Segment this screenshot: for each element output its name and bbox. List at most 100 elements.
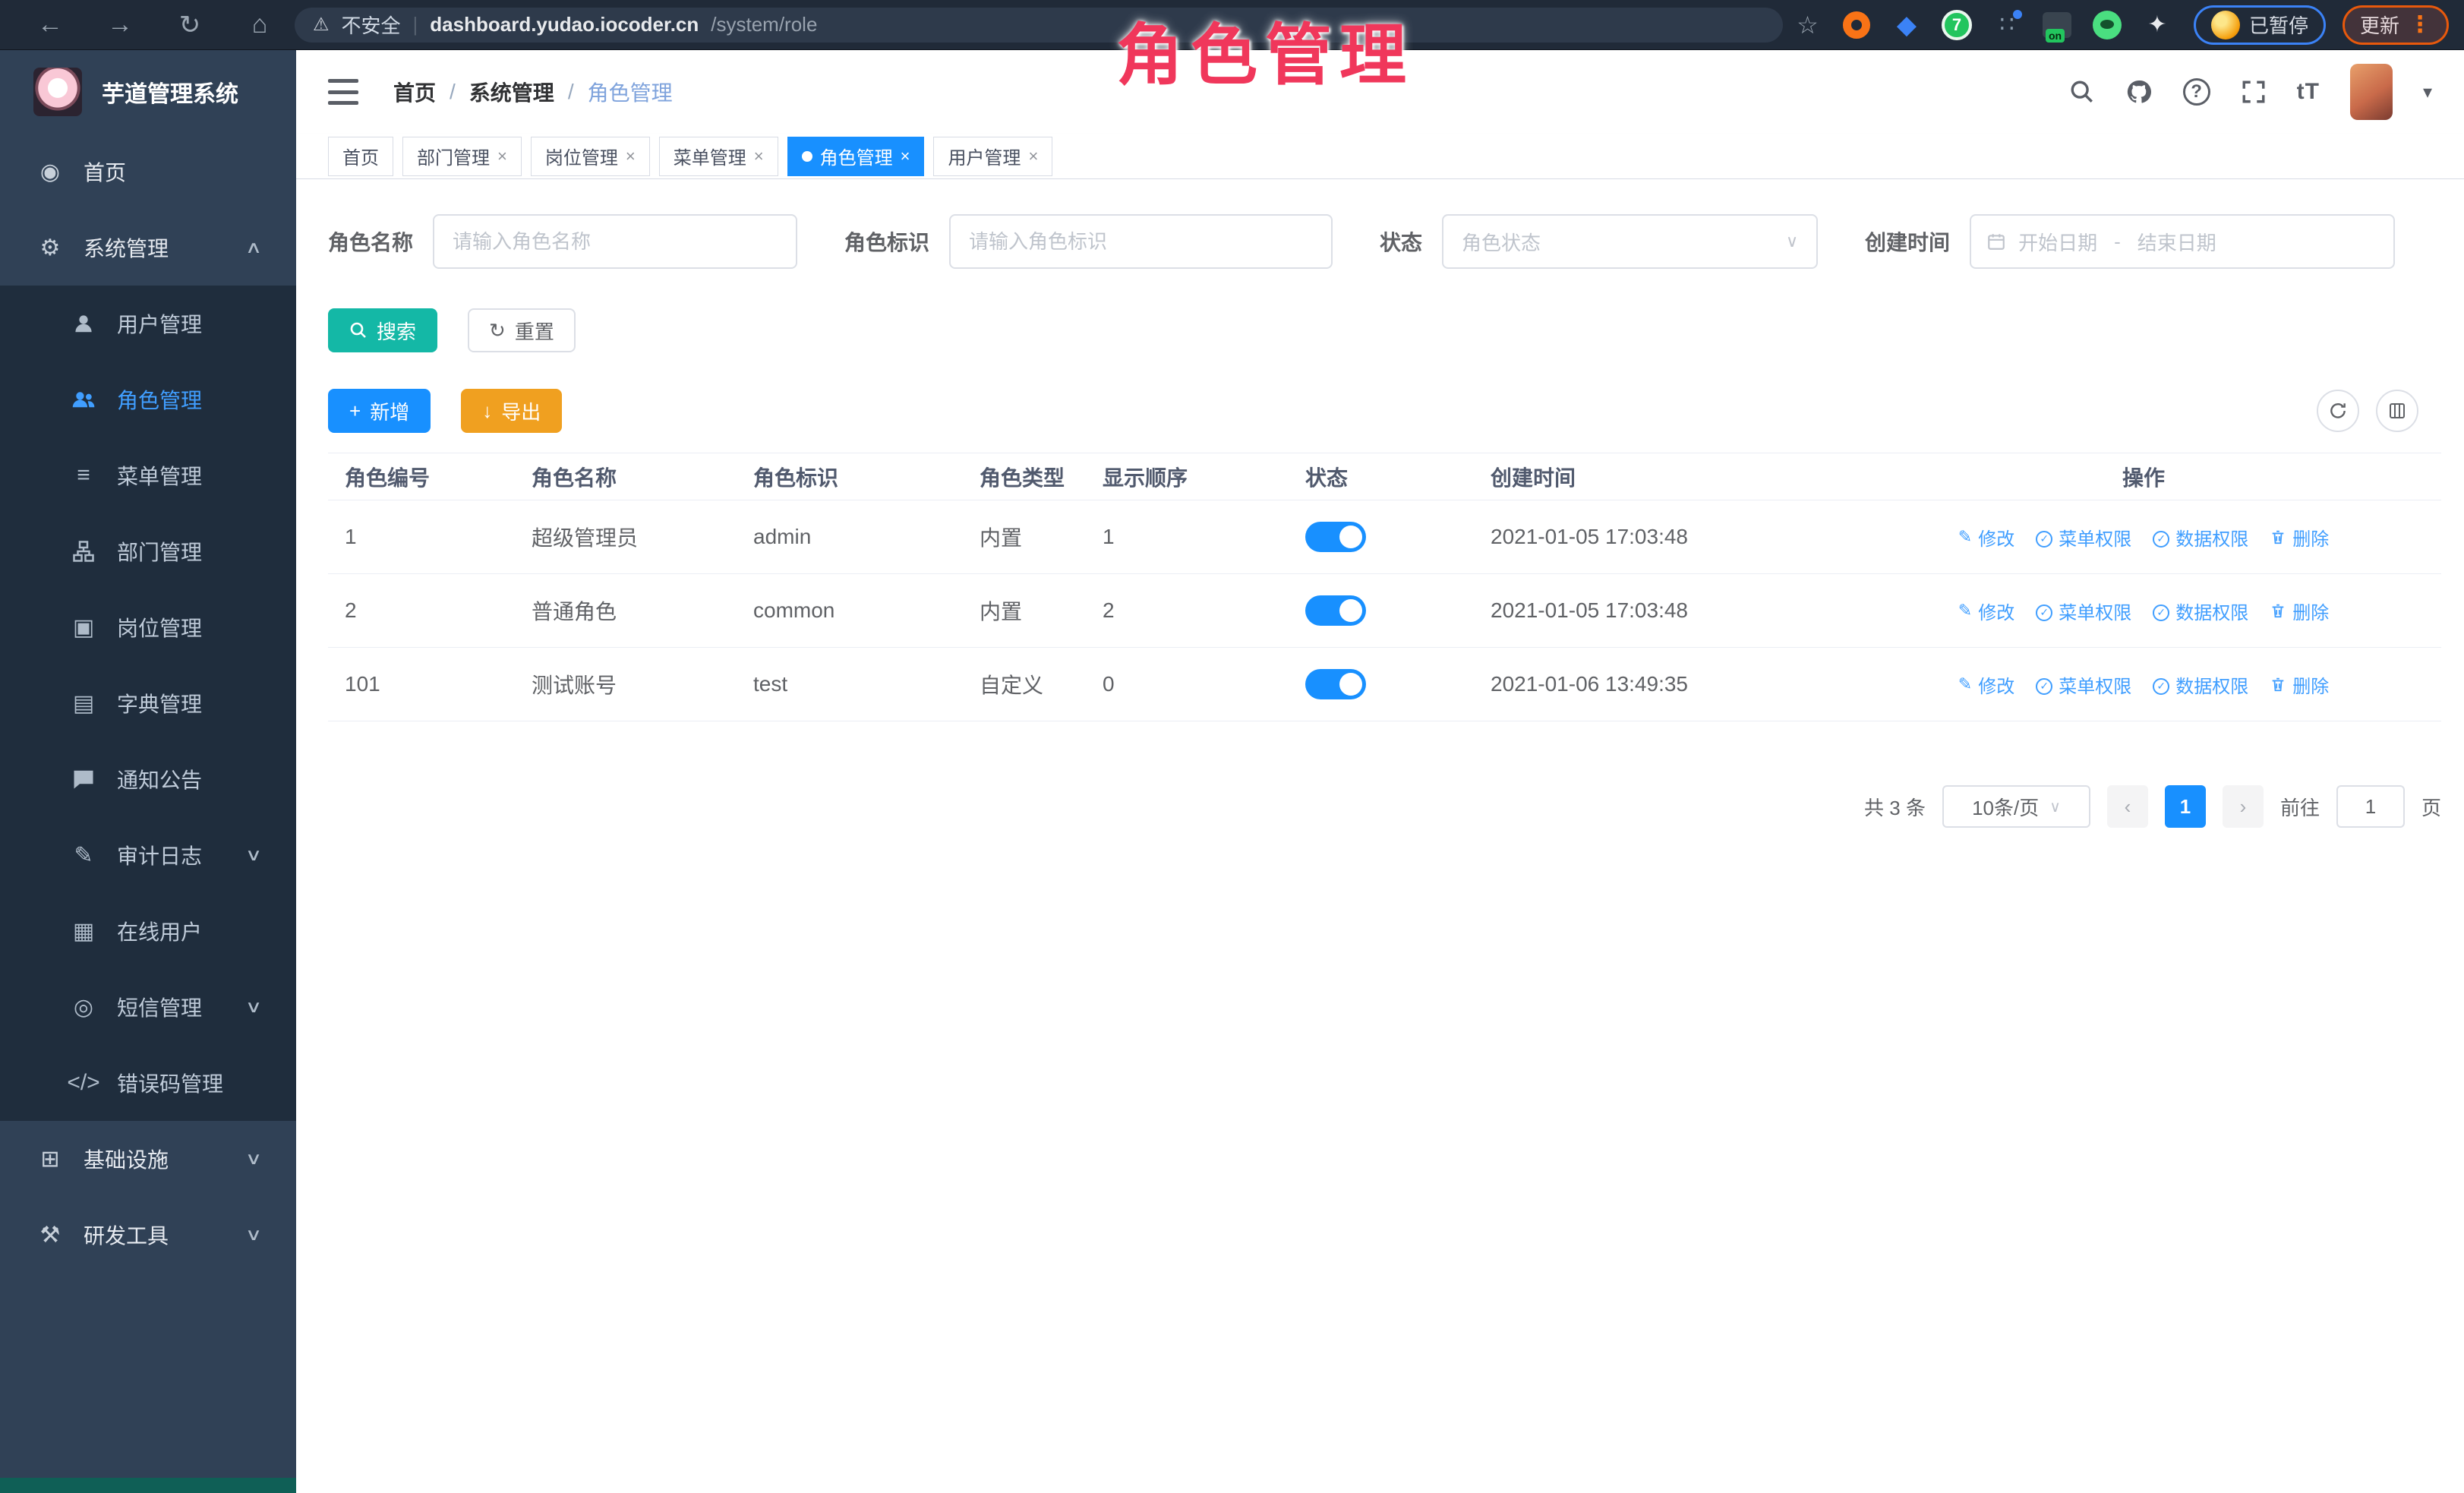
bookmark-star-icon[interactable]: ☆ (1783, 11, 1832, 39)
edit-link[interactable]: ✎修改 (1958, 524, 2014, 551)
delete-link[interactable]: 删除 (2270, 598, 2329, 624)
edit-link[interactable]: ✎修改 (1958, 671, 2014, 698)
forward-icon[interactable]: → (85, 10, 155, 39)
sidebar-item-label: 基础设施 (84, 1144, 169, 1174)
divider: | (413, 13, 418, 36)
close-icon[interactable]: × (626, 147, 636, 166)
role-name-input[interactable] (433, 214, 797, 269)
page-1-button[interactable]: 1 (2165, 785, 2206, 828)
close-icon[interactable]: × (497, 147, 507, 166)
fullscreen-icon[interactable] (2241, 79, 2267, 105)
action-label: 菜单权限 (2059, 671, 2131, 698)
tab-home[interactable]: 首页 (328, 137, 393, 176)
data-perm-link[interactable]: ✓数据权限 (2153, 598, 2248, 624)
paused-label: 已暂停 (2249, 11, 2308, 39)
breadcrumb-system[interactable]: 系统管理 (469, 77, 554, 107)
search-icon[interactable] (2069, 79, 2095, 105)
refresh-button[interactable] (2317, 390, 2359, 432)
sidebar-item-notice[interactable]: 通知公告 (0, 741, 296, 817)
delete-link[interactable]: 删除 (2270, 671, 2329, 698)
hamburger-icon[interactable] (328, 79, 358, 105)
goto-page-input[interactable] (2336, 785, 2405, 828)
main-area: 首页 / 系统管理 / 角色管理 ? (296, 50, 2464, 1493)
kebab-menu-icon[interactable]: ⋮ (2409, 11, 2431, 38)
sidebar-item-menu-mgmt[interactable]: ≡菜单管理 (0, 437, 296, 513)
tab-role[interactable]: 角色管理 × (787, 137, 925, 176)
avatar[interactable] (2350, 64, 2393, 120)
prev-page-button[interactable]: ‹ (2107, 785, 2148, 828)
date-range-picker[interactable]: 开始日期 - 结束日期 (1970, 214, 2395, 269)
sidebar-item-post-mgmt[interactable]: ▣岗位管理 (0, 589, 296, 665)
update-button[interactable]: 更新 ⋮ (2343, 5, 2449, 45)
back-icon[interactable]: ← (15, 10, 85, 39)
gem-extension-icon[interactable]: ◆ (1890, 8, 1923, 42)
tag-on-extension-icon[interactable]: on (2040, 8, 2074, 42)
delete-link[interactable]: 删除 (2270, 524, 2329, 551)
status-toggle[interactable] (1305, 595, 1366, 626)
page-size-select[interactable]: 10条/页 ∨ (1942, 785, 2090, 828)
cell-type: 内置 (963, 522, 1086, 552)
menu-perm-link[interactable]: ✓菜单权限 (2036, 671, 2131, 698)
sidebar-item-infra[interactable]: ⊞基础设施∨ (0, 1121, 296, 1197)
sidebar-item-online-user[interactable]: ▦在线用户 (0, 893, 296, 969)
github-icon[interactable] (2125, 78, 2153, 106)
next-page-button[interactable]: › (2223, 785, 2264, 828)
export-button[interactable]: ↓ 导出 (461, 389, 562, 433)
search-button[interactable]: 搜索 (328, 308, 437, 352)
user-icon (67, 312, 100, 335)
close-icon[interactable]: × (1028, 147, 1038, 166)
status-toggle[interactable] (1305, 522, 1366, 552)
tab-user[interactable]: 用户管理× (933, 137, 1052, 176)
close-icon[interactable]: × (901, 147, 910, 166)
status-label: 状态 (1380, 226, 1422, 257)
grid-extension-icon[interactable]: ∷ (1990, 8, 2024, 42)
status-select[interactable]: 角色状态 ∨ (1442, 214, 1818, 269)
status-toggle[interactable] (1305, 669, 1366, 699)
emoji-avatar-icon (2211, 11, 2240, 39)
data-perm-link[interactable]: ✓数据权限 (2153, 524, 2248, 551)
paused-profile-pill[interactable]: 已暂停 (2194, 5, 2326, 45)
sidebar-item-system[interactable]: ⚙系统管理∧ (0, 210, 296, 286)
tab-post[interactable]: 岗位管理× (531, 137, 650, 176)
tab-label: 角色管理 (820, 143, 893, 169)
tab-menu[interactable]: 菜单管理× (659, 137, 778, 176)
sidebar-item-home[interactable]: ◉首页 (0, 134, 296, 210)
sidebar-item-dict-mgmt[interactable]: ▤字典管理 (0, 665, 296, 741)
reload-icon[interactable]: ↻ (155, 10, 225, 40)
menu-perm-link[interactable]: ✓菜单权限 (2036, 598, 2131, 624)
sidebar-item-dept-mgmt[interactable]: 部门管理 (0, 513, 296, 589)
puzzle-extension-icon[interactable]: ✦ (2141, 8, 2174, 42)
peoples-icon (67, 388, 100, 411)
data-perm-link[interactable]: ✓数据权限 (2153, 671, 2248, 698)
tab-dept[interactable]: 部门管理× (402, 137, 522, 176)
edit-icon: ✎ (1958, 674, 1972, 695)
chevron-down-icon[interactable]: ▾ (2423, 81, 2432, 103)
chevron-down-icon: ∨ (245, 1149, 263, 1169)
column-settings-button[interactable] (2376, 390, 2418, 432)
edit-link[interactable]: ✎修改 (1958, 598, 2014, 624)
column-header: 角色类型 (963, 462, 1086, 492)
reset-button[interactable]: ↻ 重置 (468, 308, 576, 352)
cell-actions: ✎修改 ✓菜单权限 ✓数据权限删除 (1846, 524, 2441, 551)
green-badge-extension-icon[interactable]: 7 (1940, 8, 1973, 42)
sidebar-item-sms-mgmt[interactable]: ◎短信管理∨ (0, 969, 296, 1045)
sidebar-item-audit-log[interactable]: ✎审计日志∨ (0, 817, 296, 893)
menu-perm-link[interactable]: ✓菜单权限 (2036, 524, 2131, 551)
trash-icon (2270, 529, 2286, 545)
sidebar-item-devtool[interactable]: ⚒研发工具∨ (0, 1197, 296, 1273)
address-bar[interactable]: ⚠ 不安全 | dashboard.yudao.iocoder.cn /syst… (295, 8, 1783, 43)
cell-type: 内置 (963, 595, 1086, 626)
close-icon[interactable]: × (754, 147, 764, 166)
filter-form: 角色名称 角色标识 状态 角色状态 ∨ (328, 214, 2441, 269)
sidebar-item-errcode-mgmt[interactable]: </>错误码管理 (0, 1045, 296, 1121)
font-size-icon[interactable]: tT (2297, 79, 2320, 105)
role-key-input[interactable] (949, 214, 1333, 269)
monkey-extension-icon[interactable] (2090, 8, 2124, 42)
sidebar-item-user-mgmt[interactable]: 用户管理 (0, 286, 296, 361)
adblock-extension-icon[interactable] (1840, 8, 1873, 42)
home-icon[interactable]: ⌂ (225, 10, 295, 39)
breadcrumb-home[interactable]: 首页 (393, 77, 436, 107)
help-icon[interactable]: ? (2183, 78, 2210, 106)
sidebar-item-role-mgmt[interactable]: 角色管理 (0, 361, 296, 437)
add-button[interactable]: + 新增 (328, 389, 431, 433)
